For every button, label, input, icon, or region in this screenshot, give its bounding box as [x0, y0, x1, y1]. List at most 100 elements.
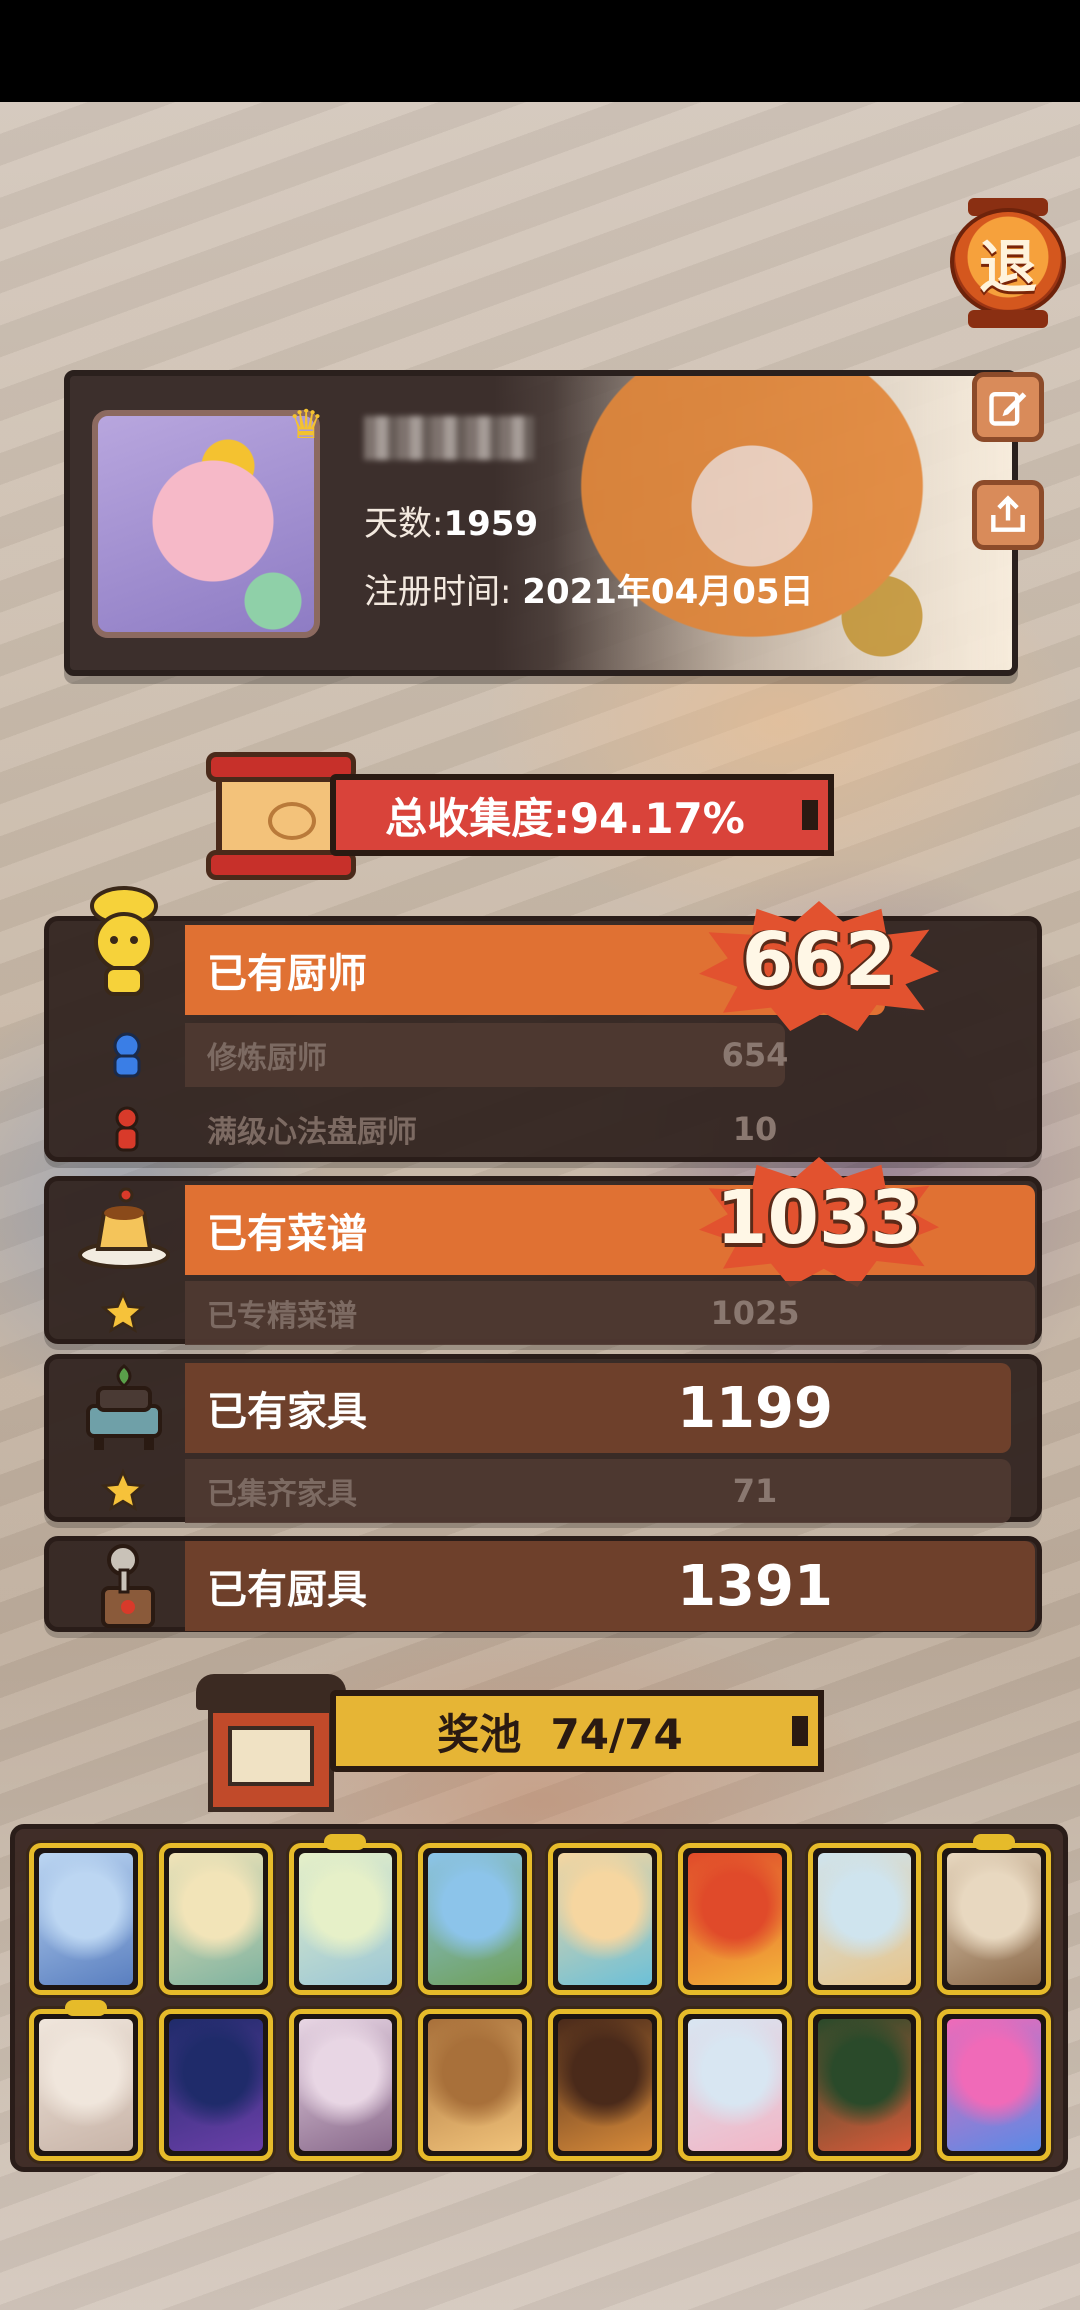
recipes-panel: 已有菜谱 1033 已专精菜谱 1025 [44, 1157, 1042, 1345]
profile-card: ♛ 天数:1959 注册时间: 2021年04月05日 [64, 370, 1018, 676]
card-artwork [817, 1853, 912, 1985]
card-artwork [168, 2019, 263, 2151]
shrine-board [228, 1726, 314, 1786]
username-redacted [364, 416, 534, 460]
collection-label: 总收集度:94.17% [385, 793, 745, 843]
furniture-sub-bar: 已集齐家具 71 [185, 1459, 1011, 1523]
chefs-panel: 已有厨师 662 修炼厨师 654 满级心法盘厨师 10 [44, 886, 1042, 1162]
recipes-value: 1033 [716, 1175, 922, 1261]
banner-tail [794, 774, 834, 856]
utensils-row[interactable]: 已有厨具 1391 [49, 1541, 1037, 1631]
pool-card-1[interactable] [29, 1843, 143, 1995]
pool-card-15[interactable] [807, 2009, 922, 2161]
card-ribbon [324, 1834, 367, 1850]
star-icon [93, 1283, 153, 1343]
furniture-sub-row: 已集齐家具 71 [49, 1459, 1037, 1523]
pool-card-9[interactable] [29, 2000, 143, 2161]
reward-pool-label: 奖池 74/74 [437, 1709, 683, 1759]
pool-card-12[interactable] [418, 2009, 532, 2161]
pool-card-6[interactable] [677, 1843, 792, 1995]
pool-card-13[interactable] [548, 2009, 662, 2161]
pool-card-16[interactable] [937, 2009, 1051, 2161]
scroll-emblem [268, 802, 316, 840]
utensils-panel: 已有厨具 1391 [44, 1536, 1042, 1632]
stove-icon [69, 1353, 179, 1463]
card-artwork [817, 2019, 912, 2151]
recipes-sub-row: 已专精菜谱 1025 [49, 1281, 1037, 1345]
pool-card-11[interactable] [288, 2009, 403, 2161]
furniture-value: 1199 [677, 1375, 833, 1441]
card-artwork [298, 1853, 393, 1985]
avatar[interactable]: ♛ [92, 402, 324, 638]
edit-icon [989, 391, 1027, 426]
share-icon [991, 495, 1025, 532]
cultivated-chefs-value: 654 [721, 1036, 789, 1074]
edit-profile-button[interactable] [972, 372, 1044, 442]
furniture-panel: 已有家具 1199 已集齐家具 71 [44, 1354, 1042, 1523]
shrine-roof [196, 1674, 346, 1710]
chefs-row[interactable]: 已有厨师 662 [49, 886, 1037, 1031]
maxed-chefs-value: 10 [732, 1110, 778, 1148]
star-icon [93, 1461, 153, 1521]
complete-furniture-label: 已集齐家具 [207, 1477, 357, 1512]
pool-card-14[interactable] [677, 2009, 792, 2161]
mastered-recipes-value: 1025 [710, 1294, 800, 1332]
profile-background-art [552, 376, 1012, 670]
utensil-icon [73, 1533, 183, 1643]
chefs-sub-bar-1: 修炼厨师 654 [185, 1023, 788, 1087]
reward-pool-panel [10, 1824, 1068, 2172]
status-bar [0, 0, 1080, 102]
cultivated-chefs-label: 修炼厨师 [207, 1041, 327, 1076]
recipes-label: 已有菜谱 [207, 1211, 367, 1257]
blue-figure-icon [97, 1025, 157, 1085]
pool-card-4[interactable] [418, 1843, 532, 1995]
days-value: 1959 [443, 504, 539, 544]
chefs-label: 已有厨师 [207, 951, 367, 997]
card-artwork [687, 2019, 782, 2151]
card-artwork [298, 2019, 393, 2151]
card-artwork [687, 1853, 782, 1985]
pool-card-10[interactable] [158, 2009, 273, 2161]
collection-banner: 总收集度:94.17% [330, 774, 834, 856]
recipes-sub-bar: 已专精菜谱 1025 [185, 1281, 1035, 1345]
chefs-sub-row-2: 满级心法盘厨师 10 [49, 1097, 1037, 1161]
register-label: 注册时间: [364, 572, 512, 612]
scroll-icon [206, 752, 356, 880]
chef-icon [69, 886, 179, 999]
pool-card-5[interactable] [548, 1843, 662, 1995]
complete-furniture-value: 71 [732, 1472, 778, 1510]
card-artwork [947, 2019, 1041, 2151]
pool-card-7[interactable] [807, 1843, 922, 1995]
reward-pool-grid [29, 1834, 1051, 2161]
days-label: 天数: [364, 504, 444, 544]
furniture-row[interactable]: 已有家具 1199 [49, 1361, 1037, 1453]
pool-card-2[interactable] [158, 1843, 273, 1995]
exit-button-label: 退 [950, 208, 1066, 316]
scroll-roll [206, 752, 356, 880]
crown-icon: ♛ [288, 402, 324, 448]
exit-button[interactable]: 退 [946, 198, 1072, 330]
pool-card-3[interactable] [288, 1834, 403, 1995]
share-button[interactable] [972, 480, 1044, 550]
exit-button-cap [968, 310, 1048, 328]
card-artwork [39, 1853, 133, 1985]
card-artwork [428, 1853, 522, 1985]
card-artwork [39, 2019, 133, 2151]
card-artwork [947, 1853, 1041, 1985]
pudding-icon [69, 1173, 179, 1283]
red-figure-icon [97, 1099, 157, 1159]
chefs-sub-row-1: 修炼厨师 654 [49, 1023, 1037, 1087]
chefs-value: 662 [741, 917, 897, 1003]
recipes-row[interactable]: 已有菜谱 1033 [49, 1157, 1037, 1287]
card-artwork [428, 2019, 522, 2151]
banner-tail [784, 1690, 824, 1772]
maxed-chefs-label: 满级心法盘厨师 [207, 1115, 417, 1150]
mastered-recipes-label: 已专精菜谱 [207, 1299, 357, 1334]
card-ribbon [973, 1834, 1016, 1850]
pool-card-8[interactable] [937, 1834, 1051, 1995]
reward-pool-banner: 奖池 74/74 [330, 1690, 824, 1772]
card-artwork [168, 1853, 263, 1985]
register-value: 2021年04月05日 [522, 572, 814, 612]
card-artwork [558, 2019, 652, 2151]
card-ribbon [64, 2000, 107, 2016]
